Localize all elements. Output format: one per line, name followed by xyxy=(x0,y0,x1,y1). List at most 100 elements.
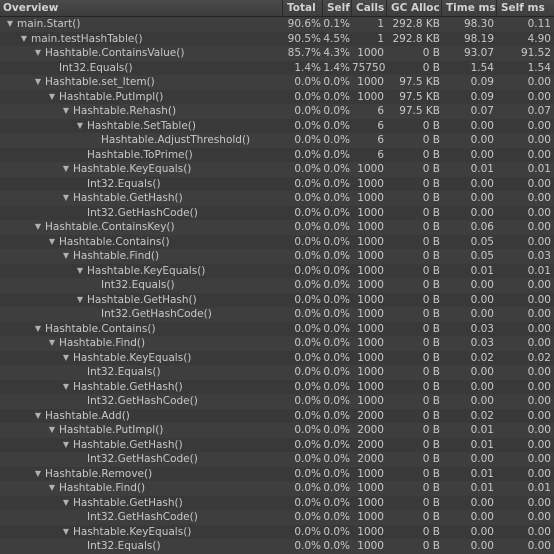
expand-triangle-icon[interactable]: ▼ xyxy=(17,32,31,47)
table-row[interactable]: ▼ Hashtable.Remove() 0.0% 0.0% 1000 0 B 0.01 0.… xyxy=(0,466,554,482)
table-row[interactable]: ▼ Hashtable.SetTable() 0.0% 0.0% 6 0 B 0.00 0.0… xyxy=(0,118,554,134)
table-row[interactable]: ▼Int32.GetHashCode() 0.0%0.0% 2000 0 B 0.00 0… xyxy=(0,452,554,467)
total-percent-cell: 0.0% xyxy=(294,279,321,291)
table-row[interactable]: ▼ Hashtable.GetHash() 0.0% 0.0% 1000 0 B 0.00 0… xyxy=(0,292,554,308)
table-row[interactable]: ▼ Hashtable.GetHash() 0.0% 0.0% 2000 0 B 0.01 0… xyxy=(0,437,554,453)
table-row[interactable]: ▼Int32.GetHashCode() 0.0%0.0% 1000 0 B 0.00 0… xyxy=(0,307,554,322)
time-ms-cell: 0.00 xyxy=(470,148,494,161)
function-name: Int32.Equals() xyxy=(101,279,175,291)
expand-triangle-icon[interactable]: ▼ xyxy=(59,162,73,177)
table-row[interactable]: ▼Hashtable.AdjustThreshold() 0.0%0.0% 6 0 B… xyxy=(0,133,554,148)
table-row[interactable]: ▼ Hashtable.Find() 0.0% 0.0% 1000 0 B 0.05 0.03 xyxy=(0,249,554,264)
total-percent-cell: 0.0% xyxy=(294,337,321,349)
table-row[interactable]: ▼ Hashtable.Contains() 0.0% 0.0% 1000 0 B 0.03… xyxy=(0,321,554,337)
expand-triangle-icon[interactable]: ▼ xyxy=(59,438,73,453)
table-row[interactable]: ▼Int32.Equals() 0.0%0.0% 1000 0 B 0.00 0.00 xyxy=(0,539,554,554)
self-percent-cell: 0.0% xyxy=(323,192,350,204)
expand-triangle-icon[interactable]: ▼ xyxy=(31,75,45,90)
table-row[interactable]: ▼ Hashtable.GetHash() 0.0% 0.0% 1000 0 B 0.00 0… xyxy=(0,495,554,511)
expand-triangle-icon[interactable]: ▼ xyxy=(73,293,87,308)
table-row[interactable]: ▼ Hashtable.KeyEquals() 0.0% 0.0% 1000 0 B 0.0… xyxy=(0,350,554,366)
expand-triangle-icon[interactable]: ▼ xyxy=(31,467,45,482)
function-name-cell: ▼ Hashtable.SetTable() xyxy=(0,119,283,134)
self-ms-cell: 0.00 xyxy=(527,90,551,103)
table-row[interactable]: ▼Int32.Equals()1.4%1.4%757500 B1.541.54 xyxy=(0,60,554,75)
expand-triangle-icon[interactable]: ▼ xyxy=(59,380,73,395)
table-row[interactable]: ▼ main.testHashTable() 90.5% 4.5% 1 292.8 KB 9… xyxy=(0,31,554,47)
calls-cell: 1000 xyxy=(357,90,384,103)
function-name: Hashtable.Find() xyxy=(73,250,160,262)
expand-triangle-icon[interactable]: ▼ xyxy=(59,351,73,366)
expand-triangle-icon[interactable]: ▼ xyxy=(31,46,45,61)
gc-alloc-cell: 0 B xyxy=(422,351,440,364)
table-row[interactable]: ▼Int32.GetHashCode() 0.0%0.0% 1000 0 B 0.00 0… xyxy=(0,510,554,525)
expand-triangle-icon[interactable]: ▼ xyxy=(59,525,73,540)
table-row[interactable]: ▼Hashtable.ToPrime() 0.0%0.0% 6 0 B 0.00 0.00 xyxy=(0,147,554,162)
table-row[interactable]: ▼ Hashtable.GetHash() 0.0% 0.0% 1000 0 B 0.00 0… xyxy=(0,379,554,395)
table-row[interactable]: ▼ Hashtable.KeyEquals() 0.0% 0.0% 1000 0 B 0.0… xyxy=(0,162,554,177)
table-row[interactable]: ▼ Hashtable.KeyEquals() 0.0% 0.0% 1000 0 B 0.0… xyxy=(0,524,554,540)
total-percent-cell: 0.0% xyxy=(294,235,321,248)
table-row[interactable]: ▼ Hashtable.PutImpl() 0.0% 0.0% 2000 0 B 0.01 0… xyxy=(0,423,554,438)
total-percent-cell: 0.0% xyxy=(294,192,321,204)
table-row[interactable]: ▼ Hashtable.ContainsValue() 85.7% 4.3% 1000 0… xyxy=(0,46,554,61)
table-row[interactable]: ▼ Hashtable.Find() 0.0% 0.0% 1000 0 B 0.01 0.01 xyxy=(0,481,554,496)
expand-triangle-icon[interactable]: ▼ xyxy=(59,496,73,511)
function-name: Hashtable.AdjustThreshold() xyxy=(101,134,251,146)
calls-cell: 1000 xyxy=(357,366,384,378)
expand-triangle-icon[interactable]: ▼ xyxy=(31,322,45,337)
time-ms-cell: 0.01 xyxy=(470,467,494,480)
self-percent-cell: 0.0% xyxy=(323,293,350,306)
total-percent-cell: 0.0% xyxy=(294,366,321,378)
table-row[interactable]: ▼ Hashtable.Contains() 0.0% 0.0% 1000 0 B 0.05… xyxy=(0,234,554,250)
expand-triangle-icon[interactable]: ▼ xyxy=(3,17,17,32)
expand-triangle-icon[interactable]: ▼ xyxy=(45,336,59,351)
self-ms-cell: 0.00 xyxy=(527,337,551,349)
self-ms-cell: 0.00 xyxy=(527,395,551,407)
column-header-total[interactable]: Total xyxy=(283,0,323,16)
self-percent-cell: 0.0% xyxy=(323,206,350,219)
expand-triangle-icon[interactable]: ▼ xyxy=(31,220,45,235)
self-percent-cell: 0.0% xyxy=(323,279,350,291)
table-row[interactable]: ▼ Hashtable.GetHash() 0.0% 0.0% 1000 0 B 0.00 0… xyxy=(0,191,554,206)
column-header-calls[interactable]: Calls xyxy=(352,0,387,16)
table-row[interactable]: ▼Int32.GetHashCode() 0.0%0.0% 1000 0 B 0.00 0… xyxy=(0,205,554,220)
time-ms-cell: 0.00 xyxy=(470,293,494,306)
function-name: Hashtable.Contains() xyxy=(45,322,156,335)
column-header-time-ms[interactable]: Time ms xyxy=(442,0,497,16)
table-row[interactable]: ▼ Hashtable.PutImpl() 0.0% 0.0% 1000 97.5 KB 0… xyxy=(0,89,554,105)
total-percent-cell: 0.0% xyxy=(294,351,321,364)
total-percent-cell: 0.0% xyxy=(294,90,321,103)
table-row[interactable]: ▼ Hashtable.Rehash() 0.0% 0.0% 6 97.5 KB 0.07 0… xyxy=(0,104,554,119)
calls-cell: 1 xyxy=(377,32,384,45)
column-header-self-ms[interactable]: Self ms xyxy=(497,0,554,16)
table-row[interactable]: ▼ Hashtable.set_Item() 0.0% 0.0% 1000 97.5 KB… xyxy=(0,75,554,90)
table-row[interactable]: ▼Int32.GetHashCode() 0.0%0.0% 1000 0 B 0.00 0… xyxy=(0,394,554,409)
expand-triangle-icon[interactable]: ▼ xyxy=(73,264,87,279)
table-row[interactable]: ▼ main.Start() 90.6% 0.1% 1 292.8 KB 98.30 0.11 xyxy=(0,17,554,32)
table-row[interactable]: ▼Int32.Equals() 0.0%0.0% 1000 0 B 0.00 0.00 xyxy=(0,278,554,293)
column-header-overview[interactable]: Overview xyxy=(0,0,283,16)
function-name: Int32.Equals() xyxy=(87,366,161,378)
table-row[interactable]: ▼ Hashtable.ContainsKey() 0.0% 0.0% 1000 0 B 0… xyxy=(0,220,554,235)
table-row[interactable]: ▼ Hashtable.Find() 0.0% 0.0% 1000 0 B 0.03 0.00 xyxy=(0,336,554,351)
expand-triangle-icon[interactable]: ▼ xyxy=(31,409,45,424)
column-header-self[interactable]: Self xyxy=(323,0,352,16)
expand-triangle-icon[interactable]: ▼ xyxy=(59,191,73,206)
gc-alloc-cell: 0 B xyxy=(422,163,440,175)
table-row[interactable]: ▼Int32.Equals() 0.0%0.0% 1000 0 B 0.00 0.00 xyxy=(0,176,554,191)
table-row[interactable]: ▼ Hashtable.Add() 0.0% 0.0% 2000 0 B 0.02 0.00 xyxy=(0,408,554,424)
column-header-gc-alloc[interactable]: GC Alloc xyxy=(387,0,442,16)
expand-triangle-icon[interactable]: ▼ xyxy=(73,119,87,134)
expand-triangle-icon[interactable]: ▼ xyxy=(45,90,59,105)
expand-triangle-icon[interactable]: ▼ xyxy=(59,249,73,264)
expand-triangle-icon[interactable]: ▼ xyxy=(45,423,59,438)
self-percent-cell: 0.0% xyxy=(323,395,350,407)
calls-cell: 1000 xyxy=(357,235,384,248)
expand-triangle-icon[interactable]: ▼ xyxy=(59,104,73,119)
expand-triangle-icon[interactable]: ▼ xyxy=(45,235,59,250)
expand-triangle-icon[interactable]: ▼ xyxy=(45,481,59,496)
table-row[interactable]: ▼ Hashtable.KeyEquals() 0.0% 0.0% 1000 0 B 0.0… xyxy=(0,263,554,279)
table-row[interactable]: ▼Int32.Equals() 0.0%0.0% 1000 0 B 0.00 0.00 xyxy=(0,365,554,380)
time-ms-cell: 0.00 xyxy=(470,496,494,509)
